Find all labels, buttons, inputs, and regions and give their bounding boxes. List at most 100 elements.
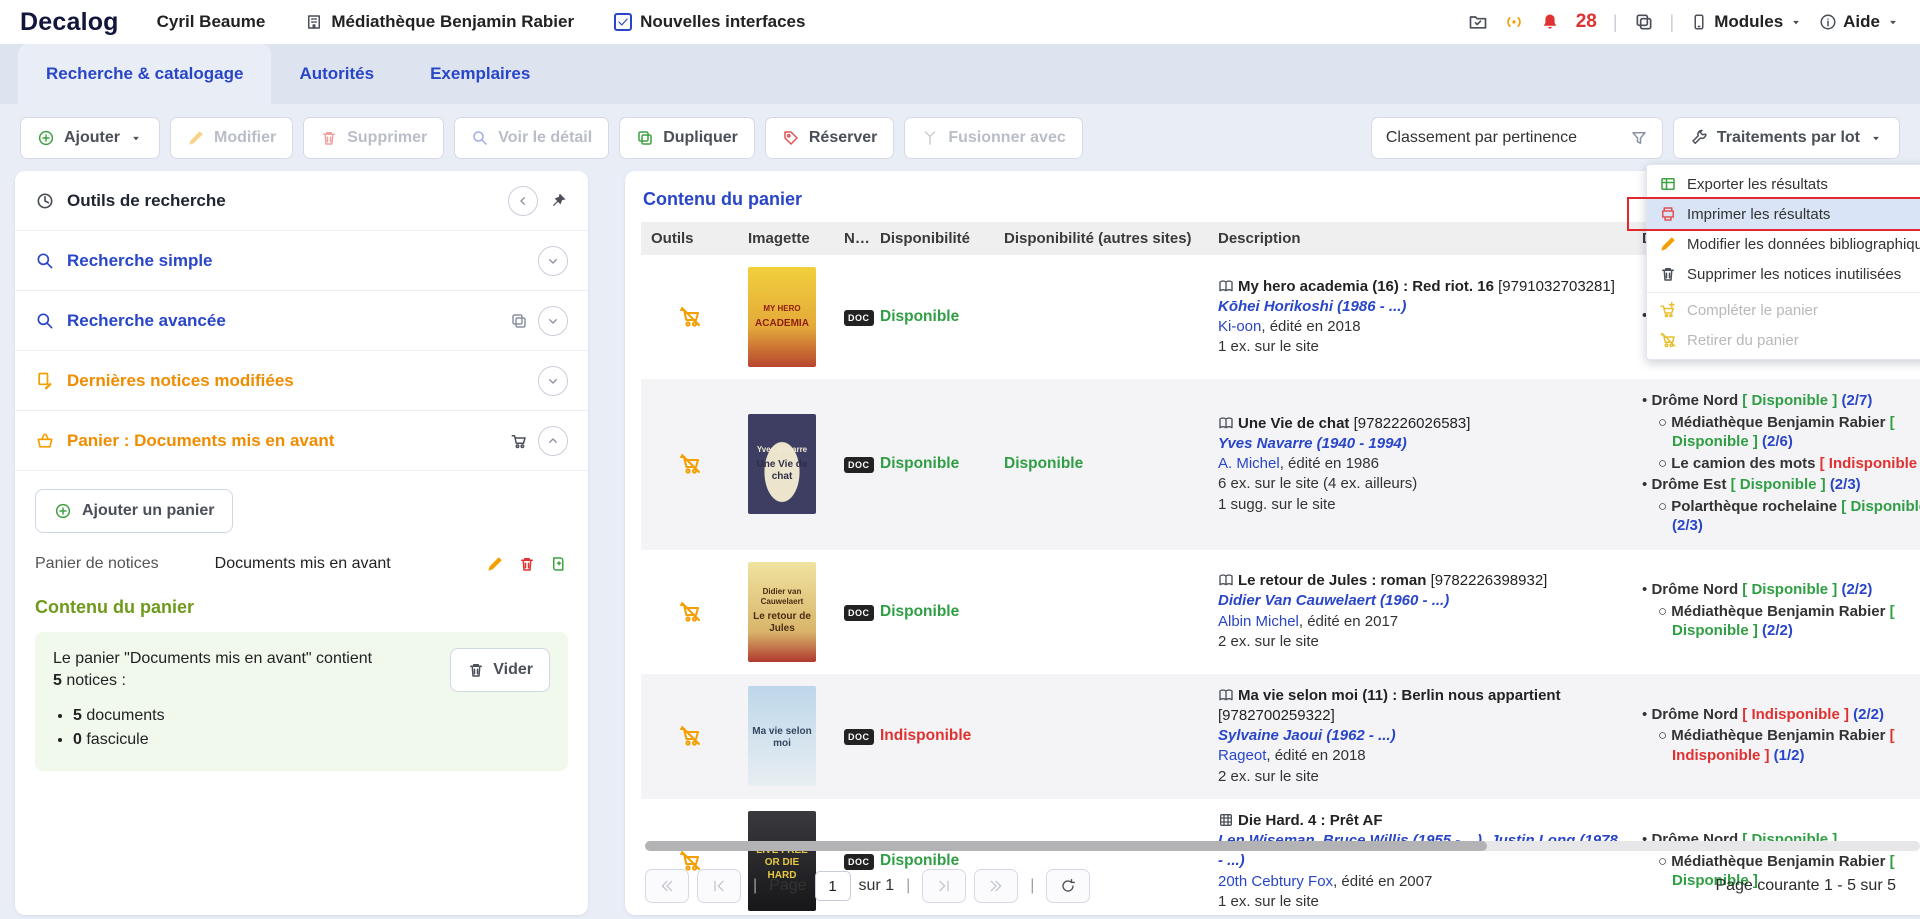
authors-link[interactable]: Didier Van Cauwelaert (1960 - ...) bbox=[1218, 591, 1622, 611]
notification-count[interactable]: 28 bbox=[1576, 11, 1597, 33]
chevron-left-bar-icon bbox=[711, 878, 727, 894]
chevron-down-icon bbox=[545, 253, 561, 269]
empty-basket-label: Vider bbox=[493, 661, 533, 679]
horizontal-scrollbar[interactable] bbox=[645, 841, 1920, 851]
remove-from-basket-icon[interactable] bbox=[678, 305, 702, 329]
tab-recherche-catalogage[interactable]: Recherche & catalogage bbox=[18, 44, 271, 104]
book-cover[interactable]: MY HEROACADEMIA bbox=[748, 267, 816, 367]
app-logo[interactable]: Decalog bbox=[20, 8, 119, 37]
merge-button[interactable]: Fusionner avec bbox=[904, 117, 1082, 159]
add-to-basket-icon[interactable] bbox=[550, 555, 568, 573]
modify-button[interactable]: Modifier bbox=[170, 117, 293, 159]
menu-item-label: Supprimer les notices inutilisées bbox=[1687, 266, 1901, 283]
publisher-link[interactable]: Ki-oon bbox=[1218, 318, 1261, 335]
notifications-bell-icon[interactable] bbox=[1540, 12, 1560, 32]
remove-from-basket-icon[interactable] bbox=[678, 452, 702, 476]
plus-circle-icon bbox=[37, 129, 55, 147]
simple-search-label: Recherche simple bbox=[67, 251, 213, 271]
add-button[interactable]: Ajouter bbox=[20, 117, 160, 159]
col-imagette: Imagette bbox=[738, 222, 834, 255]
availability-status: Disponible bbox=[880, 455, 959, 472]
open-window-icon[interactable] bbox=[510, 312, 528, 330]
copies-line: 2 ex. sur le site bbox=[1218, 632, 1622, 652]
menu-item-delete-unused-records[interactable]: Supprimer les notices inutilisées bbox=[1647, 259, 1920, 289]
expand-section-button[interactable] bbox=[538, 246, 568, 276]
availability-status: Disponible bbox=[880, 603, 959, 620]
table-row: Didier van CauwelaertLe retour de Jules … bbox=[641, 550, 1920, 674]
tab-autorites[interactable]: Autorités bbox=[271, 44, 402, 104]
menu-item-label: Compléter le panier bbox=[1687, 302, 1818, 319]
current-user[interactable]: Cyril Beaume bbox=[157, 12, 266, 32]
delete-button[interactable]: Supprimer bbox=[303, 117, 444, 159]
cart-icon[interactable] bbox=[510, 432, 528, 450]
menu-item-complete-basket[interactable]: Compléter le panier bbox=[1647, 292, 1920, 325]
collapse-section-button[interactable] bbox=[538, 426, 568, 456]
sidebar-item-recherche-avancee[interactable]: Recherche avancée bbox=[15, 291, 588, 351]
next-page-button[interactable] bbox=[922, 869, 966, 903]
basket-summary-box: Le panier "Documents mis en avant" conti… bbox=[35, 632, 568, 771]
modules-menu[interactable]: Modules bbox=[1690, 12, 1803, 32]
export-table-icon bbox=[1659, 175, 1677, 193]
edition-text: , édité en 2018 bbox=[1261, 318, 1360, 335]
menu-item-export-results[interactable]: Exporter les résultats bbox=[1647, 169, 1920, 199]
authors-link[interactable]: Kōhei Horikoshi (1986 - ...) bbox=[1218, 297, 1622, 317]
authors-link[interactable]: Yves Navarre (1940 - 1994) bbox=[1218, 434, 1622, 454]
col-disponibilite: Disponibilité bbox=[870, 222, 994, 255]
record-isbn: [9782700259322] bbox=[1218, 707, 1335, 724]
batch-button[interactable]: Traitements par lot bbox=[1673, 117, 1900, 159]
refresh-button[interactable] bbox=[1046, 869, 1090, 903]
book-icon bbox=[1218, 687, 1234, 703]
reserve-tag-icon bbox=[782, 129, 800, 147]
last-page-button[interactable] bbox=[974, 869, 1018, 903]
menu-item-modify-bibliographic-data[interactable]: Modifier les données bibliographiques bbox=[1647, 229, 1920, 259]
current-library[interactable]: Médiathèque Benjamin Rabier bbox=[305, 12, 574, 32]
authors-link[interactable]: Len Wiseman, Bruce Willis (1955 - ...), … bbox=[1218, 831, 1622, 872]
publisher-link[interactable]: Rageot bbox=[1218, 747, 1266, 764]
chevron-down-icon bbox=[545, 373, 561, 389]
first-page-button[interactable] bbox=[645, 869, 689, 903]
collapse-sidebar-button[interactable] bbox=[508, 186, 538, 216]
delete-basket-icon[interactable] bbox=[518, 555, 536, 573]
merge-icon bbox=[921, 129, 939, 147]
sidebar-item-panier[interactable]: Panier : Documents mis en avant bbox=[15, 411, 588, 471]
sidebar-title: Outils de recherche bbox=[67, 191, 226, 211]
help-menu[interactable]: Aide bbox=[1819, 12, 1900, 32]
tab-exemplaires[interactable]: Exemplaires bbox=[402, 44, 558, 104]
batch-tools-icon bbox=[1690, 129, 1708, 147]
book-cover[interactable]: Didier van CauwelaertLe retour de Jules bbox=[748, 562, 816, 662]
folder-check-icon[interactable] bbox=[1468, 12, 1488, 32]
beacon-icon[interactable] bbox=[1504, 12, 1524, 32]
view-detail-button[interactable]: Voir le détail bbox=[454, 117, 609, 159]
page-of-label: sur 1 bbox=[859, 877, 895, 895]
duplicate-button[interactable]: Dupliquer bbox=[619, 117, 755, 159]
authors-link[interactable]: Sylvaine Jaoui (1962 - ...) bbox=[1218, 726, 1622, 746]
menu-item-remove-from-basket[interactable]: Retirer du panier bbox=[1647, 325, 1920, 355]
edit-basket-icon[interactable] bbox=[486, 555, 504, 573]
sidebar-item-dernieres-notices[interactable]: Dernières notices modifiées bbox=[15, 351, 588, 411]
book-cover[interactable]: Yves NavarreUne Vie de chat bbox=[748, 414, 816, 514]
page-input[interactable] bbox=[815, 871, 851, 901]
sort-dropdown[interactable]: Classement par pertinence bbox=[1371, 117, 1663, 159]
empty-basket-button[interactable]: Vider bbox=[450, 648, 550, 692]
printer-icon bbox=[1659, 205, 1677, 223]
remove-from-basket-icon[interactable] bbox=[678, 724, 702, 748]
scrollbar-thumb[interactable] bbox=[645, 841, 1487, 851]
expand-section-button[interactable] bbox=[538, 306, 568, 336]
windows-copy-icon[interactable] bbox=[1634, 12, 1654, 32]
pencil-icon bbox=[187, 129, 205, 147]
book-cover[interactable]: Ma vie selon moi bbox=[748, 686, 816, 786]
pin-icon[interactable] bbox=[548, 191, 568, 211]
remove-from-basket-icon[interactable] bbox=[678, 600, 702, 624]
reserve-button[interactable]: Réserver bbox=[765, 117, 895, 159]
sidebar-item-recherche-simple[interactable]: Recherche simple bbox=[15, 231, 588, 291]
new-interfaces-toggle[interactable]: Nouvelles interfaces bbox=[614, 12, 805, 32]
publisher-link[interactable]: Albin Michel bbox=[1218, 613, 1299, 630]
expand-section-button[interactable] bbox=[538, 366, 568, 396]
new-interfaces-checkbox[interactable] bbox=[614, 13, 632, 31]
add-basket-button[interactable]: Ajouter un panier bbox=[35, 489, 233, 533]
previous-page-button[interactable] bbox=[697, 869, 741, 903]
publisher-link[interactable]: A. Michel bbox=[1218, 455, 1280, 472]
summary-count: 5 bbox=[53, 672, 62, 689]
edition-text: , édité en 1986 bbox=[1280, 455, 1379, 472]
menu-item-print-results[interactable]: Imprimer les résultats bbox=[1647, 199, 1920, 229]
